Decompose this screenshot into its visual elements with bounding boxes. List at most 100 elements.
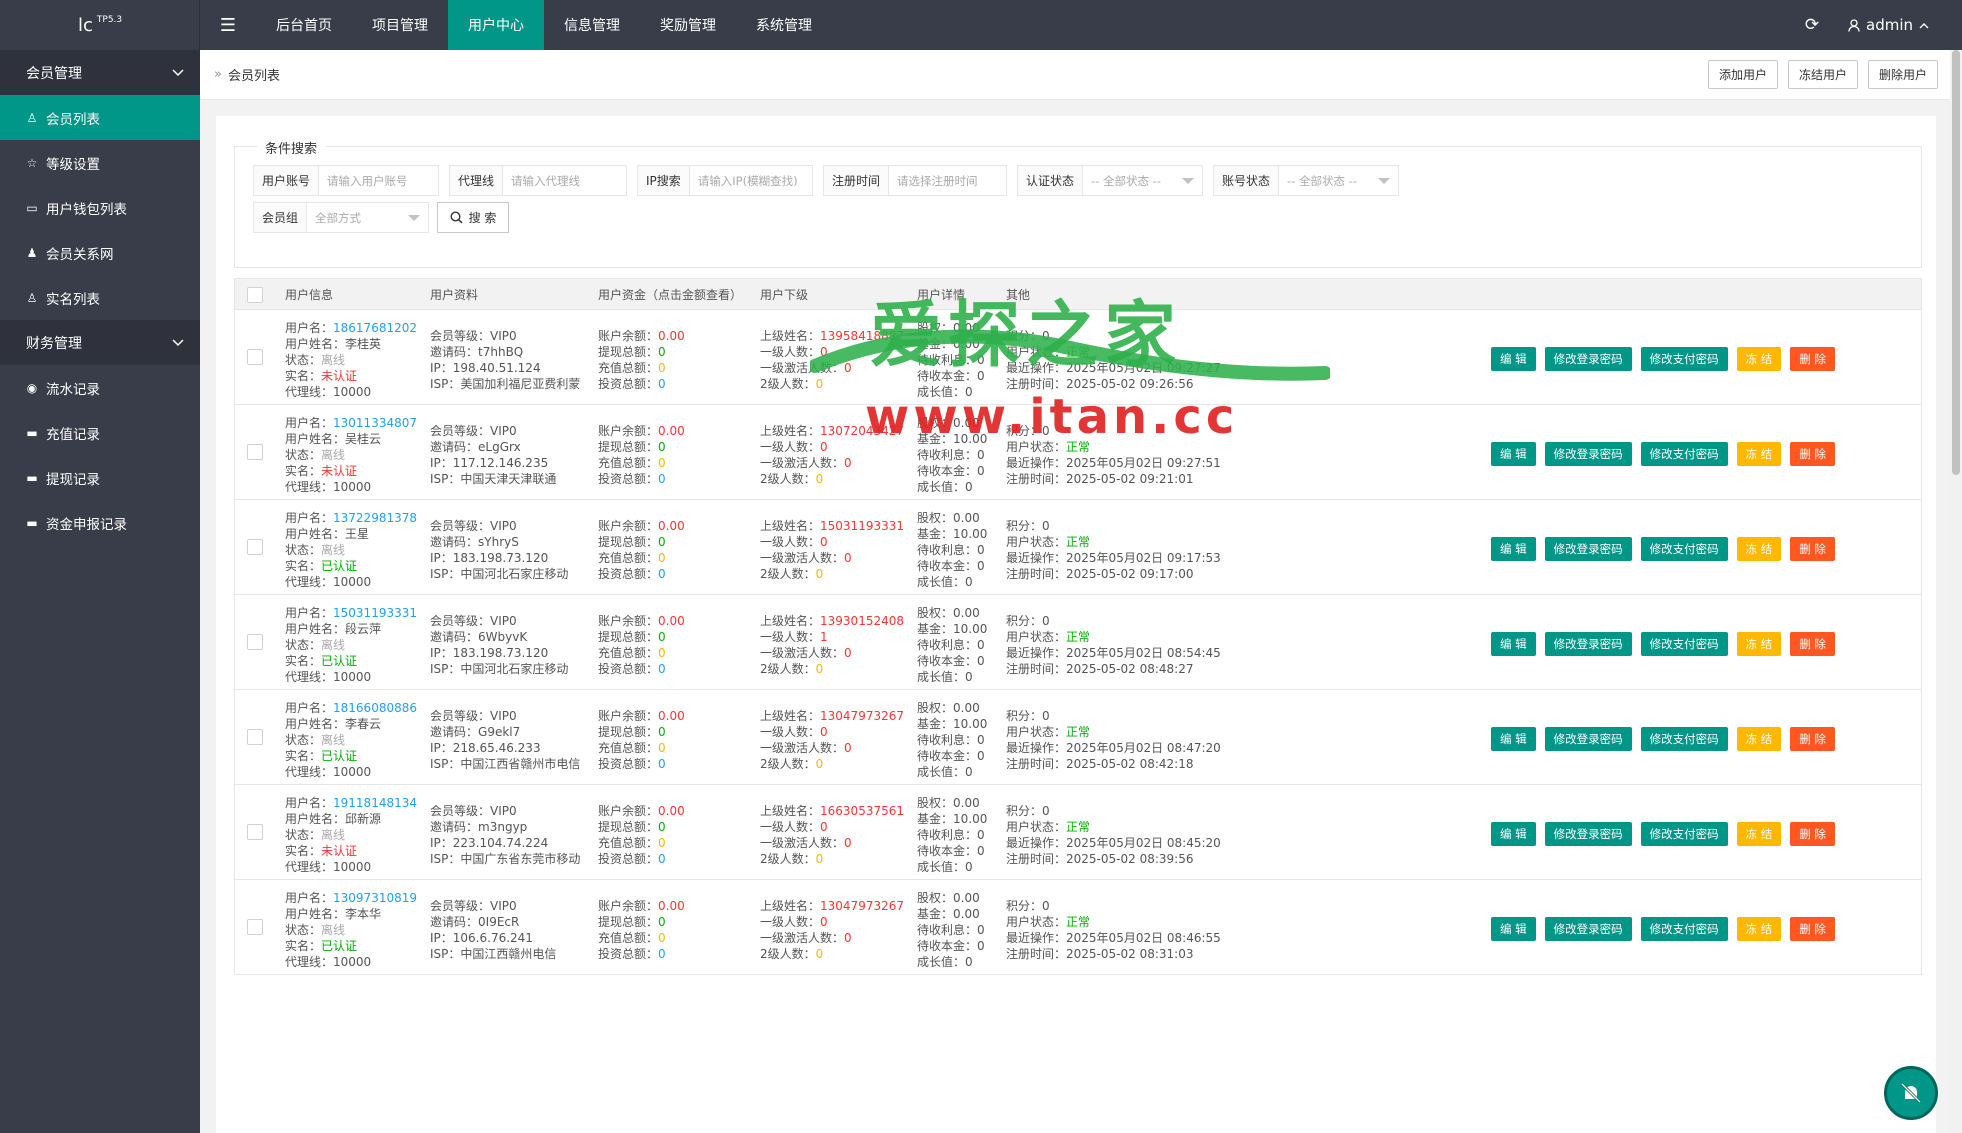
nav-item-3[interactable]: 信息管理 [544,0,640,50]
row-checkbox[interactable] [247,349,263,365]
nav-item-1[interactable]: 项目管理 [352,0,448,50]
change-login-password-button[interactable]: 修改登录密码 [1544,727,1632,751]
sidebar-item-items1-0[interactable]: ♙ 会员列表 [0,95,200,140]
delete-button[interactable]: 删 除 [1790,537,1835,561]
account-status-select[interactable]: -- 全部状态 -- [1279,166,1398,195]
field-value-username[interactable]: 15031193331 [333,606,417,620]
field-value-balance[interactable]: 0.00 [658,804,685,818]
freeze-button[interactable]: 冻 结 [1736,347,1782,371]
field-value-username[interactable]: 13722981378 [333,511,417,525]
sidebar-item-items1-3[interactable]: ♟ 会员关系网 [0,230,200,275]
field-value-username[interactable]: 13011334807 [333,416,417,430]
delete-button[interactable]: 删 除 [1790,727,1835,751]
row-checkbox[interactable] [247,634,263,650]
freeze-button[interactable]: 冻 结 [1736,442,1782,466]
agent-input[interactable]: 请输入代理线 [503,166,626,195]
change-pay-password-button[interactable]: 修改支付密码 [1640,727,1728,751]
refresh-icon[interactable]: ⟳ [1782,15,1842,35]
menu-toggle-icon[interactable]: ☰ [200,0,256,50]
sidebar-item-items2-0[interactable]: ◉ 流水记录 [0,365,200,410]
field-value-invest[interactable]: 0 [658,947,666,961]
edit-button[interactable]: 编 辑 [1491,632,1536,656]
edit-button[interactable]: 编 辑 [1491,537,1536,561]
field-value-invest[interactable]: 0 [658,377,666,391]
ip-input[interactable]: 请输入IP(模糊查找) [690,166,812,195]
account-input[interactable]: 请输入用户账号 [319,166,438,195]
field-value-balance[interactable]: 0.00 [658,424,685,438]
edit-button[interactable]: 编 辑 [1491,822,1536,846]
field-value-invest[interactable]: 0 [658,662,666,676]
sidebar-item-items1-1[interactable]: ☆ 等级设置 [0,140,200,185]
field-value-balance[interactable]: 0.00 [658,709,685,723]
delete-button[interactable]: 删 除 [1790,442,1835,466]
sidebar-item-items2-2[interactable]: ▬ 提现记录 [0,455,200,500]
delete-button[interactable]: 删 除 [1790,347,1835,371]
field-value-balance[interactable]: 0.00 [658,329,685,343]
field-value-username[interactable]: 18166080886 [333,701,417,715]
reg-time-input[interactable]: 请选择注册时间 [889,166,1006,195]
row-checkbox[interactable] [247,919,263,935]
sidebar-group-group1[interactable]: 会员管理 [0,50,200,95]
delete-user-button[interactable]: 删除用户 [1867,60,1938,89]
freeze-button[interactable]: 冻 结 [1736,727,1782,751]
sidebar-item-items1-4[interactable]: ♙ 实名列表 [0,275,200,320]
app-logo[interactable]: lc TP5.3 [0,0,200,50]
group-select[interactable]: 全部方式 [307,203,428,232]
edit-button[interactable]: 编 辑 [1491,917,1536,941]
row-checkbox[interactable] [247,824,263,840]
sidebar-group-group2[interactable]: 财务管理 [0,320,200,365]
sidebar-item-items2-1[interactable]: ▬ 充值记录 [0,410,200,455]
freeze-user-button[interactable]: 冻结用户 [1787,60,1858,89]
edit-button[interactable]: 编 辑 [1491,727,1536,751]
change-login-password-button[interactable]: 修改登录密码 [1544,537,1632,561]
nav-item-4[interactable]: 奖励管理 [640,0,736,50]
auth-status-select[interactable]: -- 全部状态 -- [1083,166,1202,195]
nav-item-5[interactable]: 系统管理 [736,0,832,50]
search-button[interactable]: 搜 索 [437,202,509,233]
select-all-checkbox[interactable] [247,287,263,303]
sidebar-item-items1-2[interactable]: ▭ 用户钱包列表 [0,185,200,230]
nav-item-2[interactable]: 用户中心 [448,0,544,50]
floating-help-button[interactable] [1884,1066,1938,1120]
change-login-password-button[interactable]: 修改登录密码 [1544,917,1632,941]
change-pay-password-button[interactable]: 修改支付密码 [1640,347,1728,371]
delete-button[interactable]: 删 除 [1790,632,1835,656]
add-user-button[interactable]: 添加用户 [1707,60,1778,89]
freeze-button[interactable]: 冻 结 [1736,632,1782,656]
change-login-password-button[interactable]: 修改登录密码 [1544,347,1632,371]
field-value-invest[interactable]: 0 [658,567,666,581]
scrollbar-thumb[interactable] [1952,50,1960,475]
change-pay-password-button[interactable]: 修改支付密码 [1640,632,1728,656]
change-pay-password-button[interactable]: 修改支付密码 [1640,822,1728,846]
field-value-invest[interactable]: 0 [658,757,666,771]
change-login-password-button[interactable]: 修改登录密码 [1544,822,1632,846]
field-value-balance[interactable]: 0.00 [658,614,685,628]
edit-button[interactable]: 编 辑 [1491,442,1536,466]
field-value-invest[interactable]: 0 [658,852,666,866]
field-value-username[interactable]: 18617681202 [333,321,417,335]
field-value-username[interactable]: 19118148134 [333,796,417,810]
freeze-button[interactable]: 冻 结 [1736,822,1782,846]
change-login-password-button[interactable]: 修改登录密码 [1544,632,1632,656]
row-checkbox[interactable] [247,539,263,555]
row-checkbox[interactable] [247,444,263,460]
admin-menu[interactable]: admin [1842,16,1962,34]
field-value-balance[interactable]: 0.00 [658,519,685,533]
freeze-button[interactable]: 冻 结 [1736,537,1782,561]
field-label: 提现总额： [598,820,659,834]
edit-button[interactable]: 编 辑 [1491,347,1536,371]
change-pay-password-button[interactable]: 修改支付密码 [1640,442,1728,466]
change-login-password-button[interactable]: 修改登录密码 [1544,442,1632,466]
delete-button[interactable]: 删 除 [1790,822,1835,846]
sidebar-item-items2-3[interactable]: ▬ 资金申报记录 [0,500,200,545]
page-scrollbar[interactable] [1950,50,1962,1133]
field-value-balance[interactable]: 0.00 [658,899,685,913]
field-value-username[interactable]: 13097310819 [333,891,417,905]
field-value-invest[interactable]: 0 [658,472,666,486]
delete-button[interactable]: 删 除 [1790,917,1835,941]
freeze-button[interactable]: 冻 结 [1736,917,1782,941]
nav-item-0[interactable]: 后台首页 [256,0,352,50]
row-checkbox[interactable] [247,729,263,745]
change-pay-password-button[interactable]: 修改支付密码 [1640,537,1728,561]
change-pay-password-button[interactable]: 修改支付密码 [1640,917,1728,941]
